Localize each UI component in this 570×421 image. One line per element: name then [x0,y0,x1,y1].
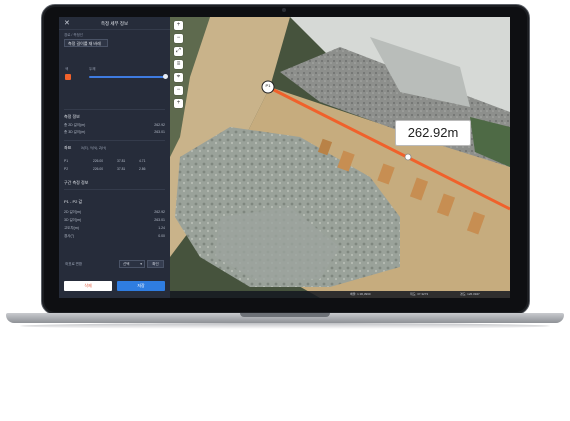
thickness-slider[interactable] [89,76,165,78]
select-value: 선택 [123,262,130,266]
coord-x: 226.00 [93,159,104,163]
apply-button[interactable]: 확인 [147,260,164,268]
segment-label: 3D 길이(m) [64,218,82,222]
app-screen: ✕ 측정 세부 정보 경로 / 측정선 측정 길이를 재 바레 색 두께 측정 … [59,17,510,298]
segment-label: 2D 길이(m) [64,210,82,214]
map-statusbar: 배율: 1:36,3960 위도: 37.3273 경도: 126.3947 [170,291,510,298]
measure-label: 총 2D 길이(m) [64,123,86,127]
color-swatch[interactable] [65,74,71,80]
expand-icon[interactable]: ⤢ [174,47,183,56]
segment-value: 262.92 [154,210,165,214]
export-label: 좌표로 변환 [65,262,83,266]
segment-row: 2D 길이(m) 262.92 [64,210,165,215]
segment-label: 고도차(m) [64,226,79,230]
laptop-notch [240,313,330,317]
layers-icon[interactable]: ≡ [174,60,183,69]
panel-header: ✕ 측정 세부 정보 [59,17,170,30]
location-icon[interactable]: ⌖ [174,73,183,82]
coord-point: P1 [64,159,69,163]
camera-icon [282,8,286,12]
measure-row: 총 3D 길이(m) 263.01 [64,130,165,135]
name-input[interactable]: 측정 길이를 재 바레 [64,39,108,47]
coord-meta: X(E), Y(N), Z(H) [81,145,107,150]
coord-z: 2.86 [139,167,146,171]
midpoint-handle[interactable] [404,153,412,161]
thickness-label: 두께 [89,67,96,71]
plus-icon[interactable]: + [174,21,183,30]
scale-readout: 배율: 1:36,3960 [350,292,371,296]
point-label: P1 [265,83,271,88]
laptop-mockup: ✕ 측정 세부 정보 경로 / 측정선 측정 길이를 재 바레 색 두께 측정 … [0,0,570,421]
divider [64,109,165,110]
coord-point: P2 [64,167,69,171]
measure-line[interactable] [267,85,510,211]
export-select[interactable]: 선택 ▾ [119,260,145,268]
segment-row: 경사(°) 0.00 [64,234,165,239]
section-segments: 구간 측정 정보 [64,180,89,185]
segment-value: 263.01 [154,218,165,222]
coord-y: 37.81 [117,167,126,171]
laptop-shadow [20,323,550,329]
coord-x: 226.00 [93,167,104,171]
measure-row: 총 2D 길이(m) 262.92 [64,123,165,128]
measure-value: 263.01 [154,130,165,134]
segment-value: 0.00 [158,234,165,238]
segment-value: 1.24 [158,226,165,230]
plus-icon[interactable]: + [174,99,183,108]
distance-label: 262.92m [395,120,471,146]
save-button[interactable]: 저장 [117,281,165,291]
divider [64,189,165,190]
lat-readout: 위도: 37.3273 [410,292,429,296]
minus-icon[interactable]: − [174,34,183,43]
chevron-down-icon: ▾ [140,262,142,266]
breadcrumb: 경로 / 측정선 [64,33,84,37]
measure-label: 총 3D 길이(m) [64,130,86,134]
section-coord: 좌표 [64,145,72,150]
segment-row: 고도차(m) 1.24 [64,226,165,231]
segment-row: 3D 길이(m) 263.01 [64,218,165,223]
measurement-panel: ✕ 측정 세부 정보 경로 / 측정선 측정 길이를 재 바레 색 두께 측정 … [59,17,170,298]
satellite-map[interactable]: P1 + − ⤢ ≡ ⌖ − + 배율: 1:36,3960 위도: 37.32… [170,17,510,298]
delete-button[interactable]: 삭제 [64,281,112,291]
lon-readout: 경도: 126.3947 [460,292,480,296]
coord-y: 37.81 [117,159,126,163]
segment-title: P1 - P2 값 [64,199,83,204]
measure-value: 262.92 [154,123,165,127]
minus-icon[interactable]: − [174,86,183,95]
slider-handle[interactable] [163,74,168,79]
section-measure: 측정 정보 [64,114,80,119]
map-toolbar: + − ⤢ ≡ ⌖ − + [174,21,184,112]
coord-z: 4.71 [139,159,146,163]
measure-overlay [261,80,510,211]
color-label: 색 [65,67,69,71]
segment-label: 경사(°) [64,234,75,238]
panel-title: 측정 세부 정보 [100,21,129,26]
divider [64,140,165,141]
